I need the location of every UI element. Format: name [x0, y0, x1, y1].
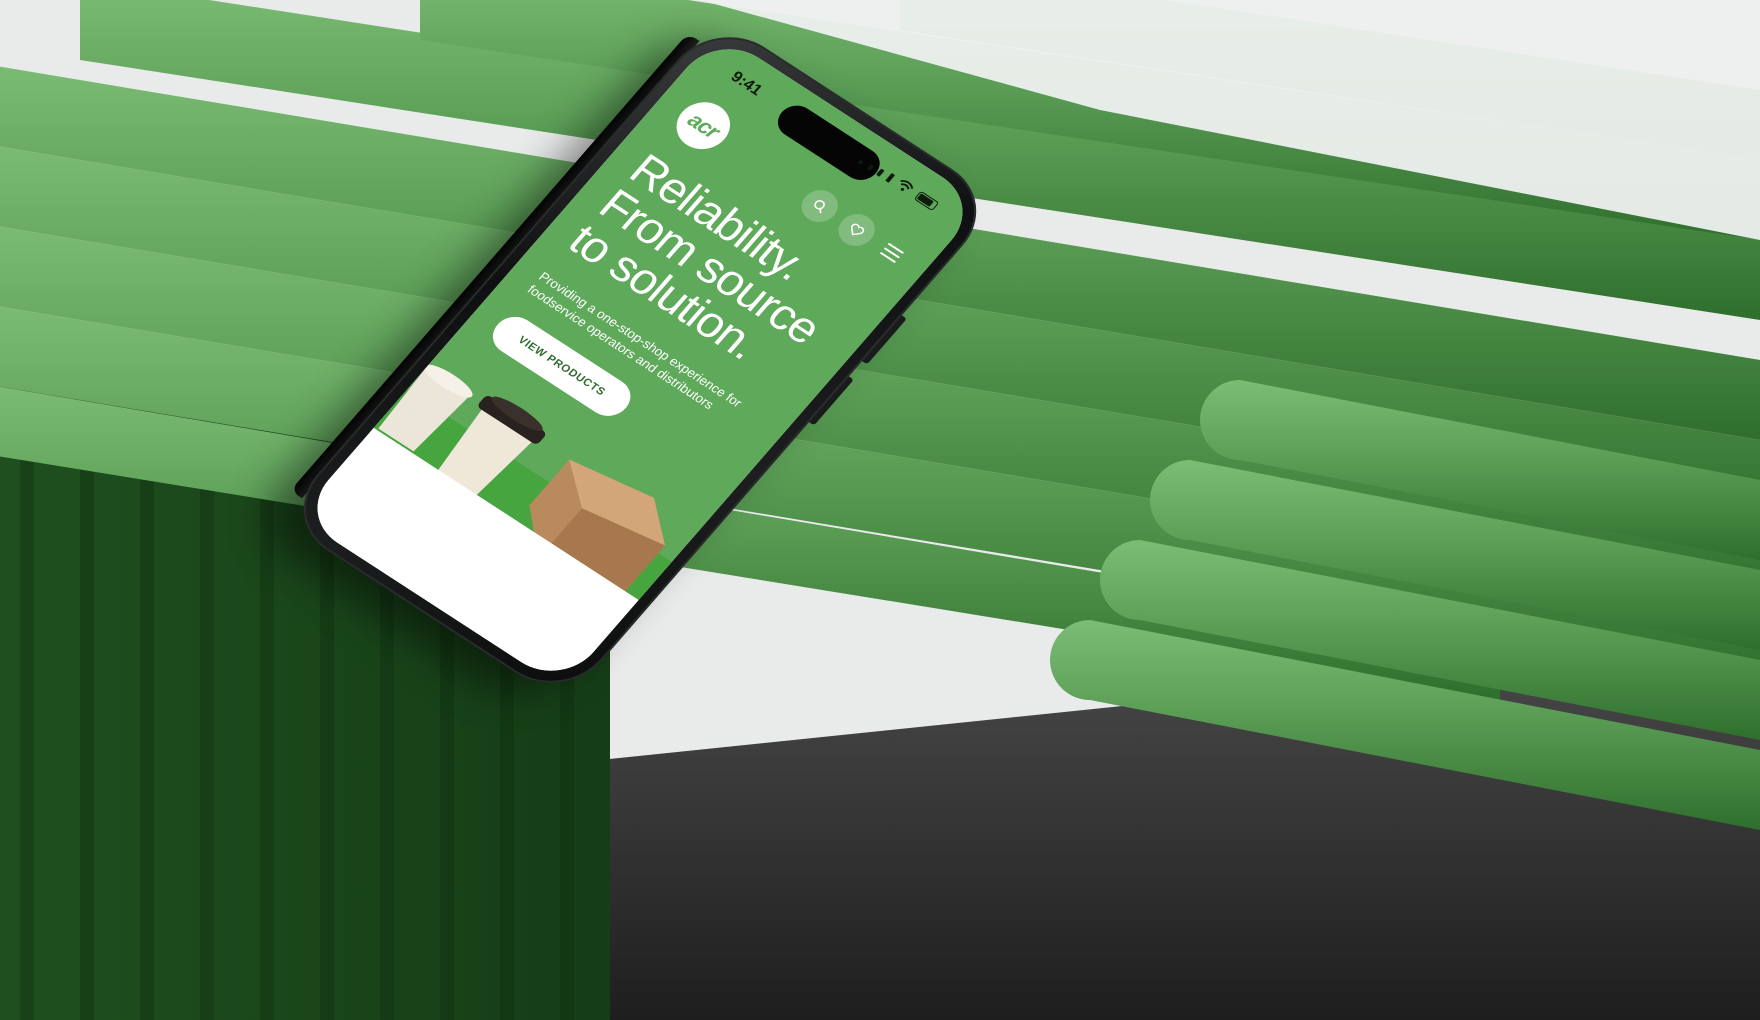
battery-icon	[913, 190, 940, 212]
wifi-icon	[900, 180, 914, 191]
acr-logo[interactable]: acr	[665, 93, 741, 159]
menu-button[interactable]	[869, 233, 914, 272]
scene: 9:41 acr Reliability. From source to sol…	[0, 0, 1760, 1020]
search-icon	[814, 200, 825, 214]
status-time: 9:41	[727, 68, 766, 100]
heart-icon	[851, 223, 865, 236]
search-button[interactable]	[794, 183, 846, 229]
signal-icon	[875, 168, 885, 177]
signal-icon	[866, 164, 875, 171]
signal-icon	[885, 172, 896, 183]
favorites-button[interactable]	[831, 207, 883, 253]
